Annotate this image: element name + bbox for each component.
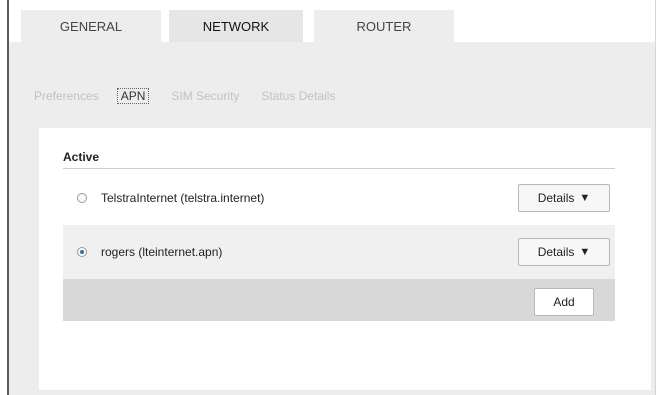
apn-row-label: TelstraInternet (telstra.internet)	[101, 191, 265, 205]
subnav-status-details[interactable]: Status Details	[261, 89, 335, 103]
top-tab-bar: GENERAL NETWORK ROUTER	[9, 0, 655, 42]
details-button[interactable]: Details ▼	[518, 184, 610, 212]
subnav-sim-security[interactable]: SIM Security	[171, 89, 239, 103]
triangle-down-icon: ▼	[579, 192, 591, 204]
tab-general[interactable]: GENERAL	[21, 10, 161, 42]
tab-network[interactable]: NETWORK	[169, 10, 303, 42]
triangle-down-icon: ▼	[579, 246, 591, 258]
card-divider	[63, 168, 615, 169]
tab-router[interactable]: ROUTER	[314, 10, 454, 42]
subnav-preferences[interactable]: Preferences	[34, 89, 99, 103]
card-title: Active	[63, 150, 100, 164]
details-button-label: Details	[537, 191, 575, 205]
radio-button-icon[interactable]	[77, 247, 87, 257]
add-row: Add	[63, 279, 615, 321]
subnav-apn[interactable]: APN	[116, 88, 150, 104]
add-button[interactable]: Add	[534, 288, 594, 316]
radio-button-icon[interactable]	[77, 193, 87, 203]
apn-card: Active TelstraInternet (telstra.internet…	[39, 128, 651, 390]
sub-navigation: Preferences APN SIM Security Status Deta…	[34, 86, 357, 106]
details-button-label: Details	[537, 245, 575, 259]
details-button[interactable]: Details ▼	[518, 238, 610, 266]
apn-row: TelstraInternet (telstra.internet) Detai…	[63, 171, 615, 225]
apn-row-label: rogers (lteinternet.apn)	[101, 245, 223, 259]
apn-row: rogers (lteinternet.apn) Details ▼	[63, 225, 615, 279]
